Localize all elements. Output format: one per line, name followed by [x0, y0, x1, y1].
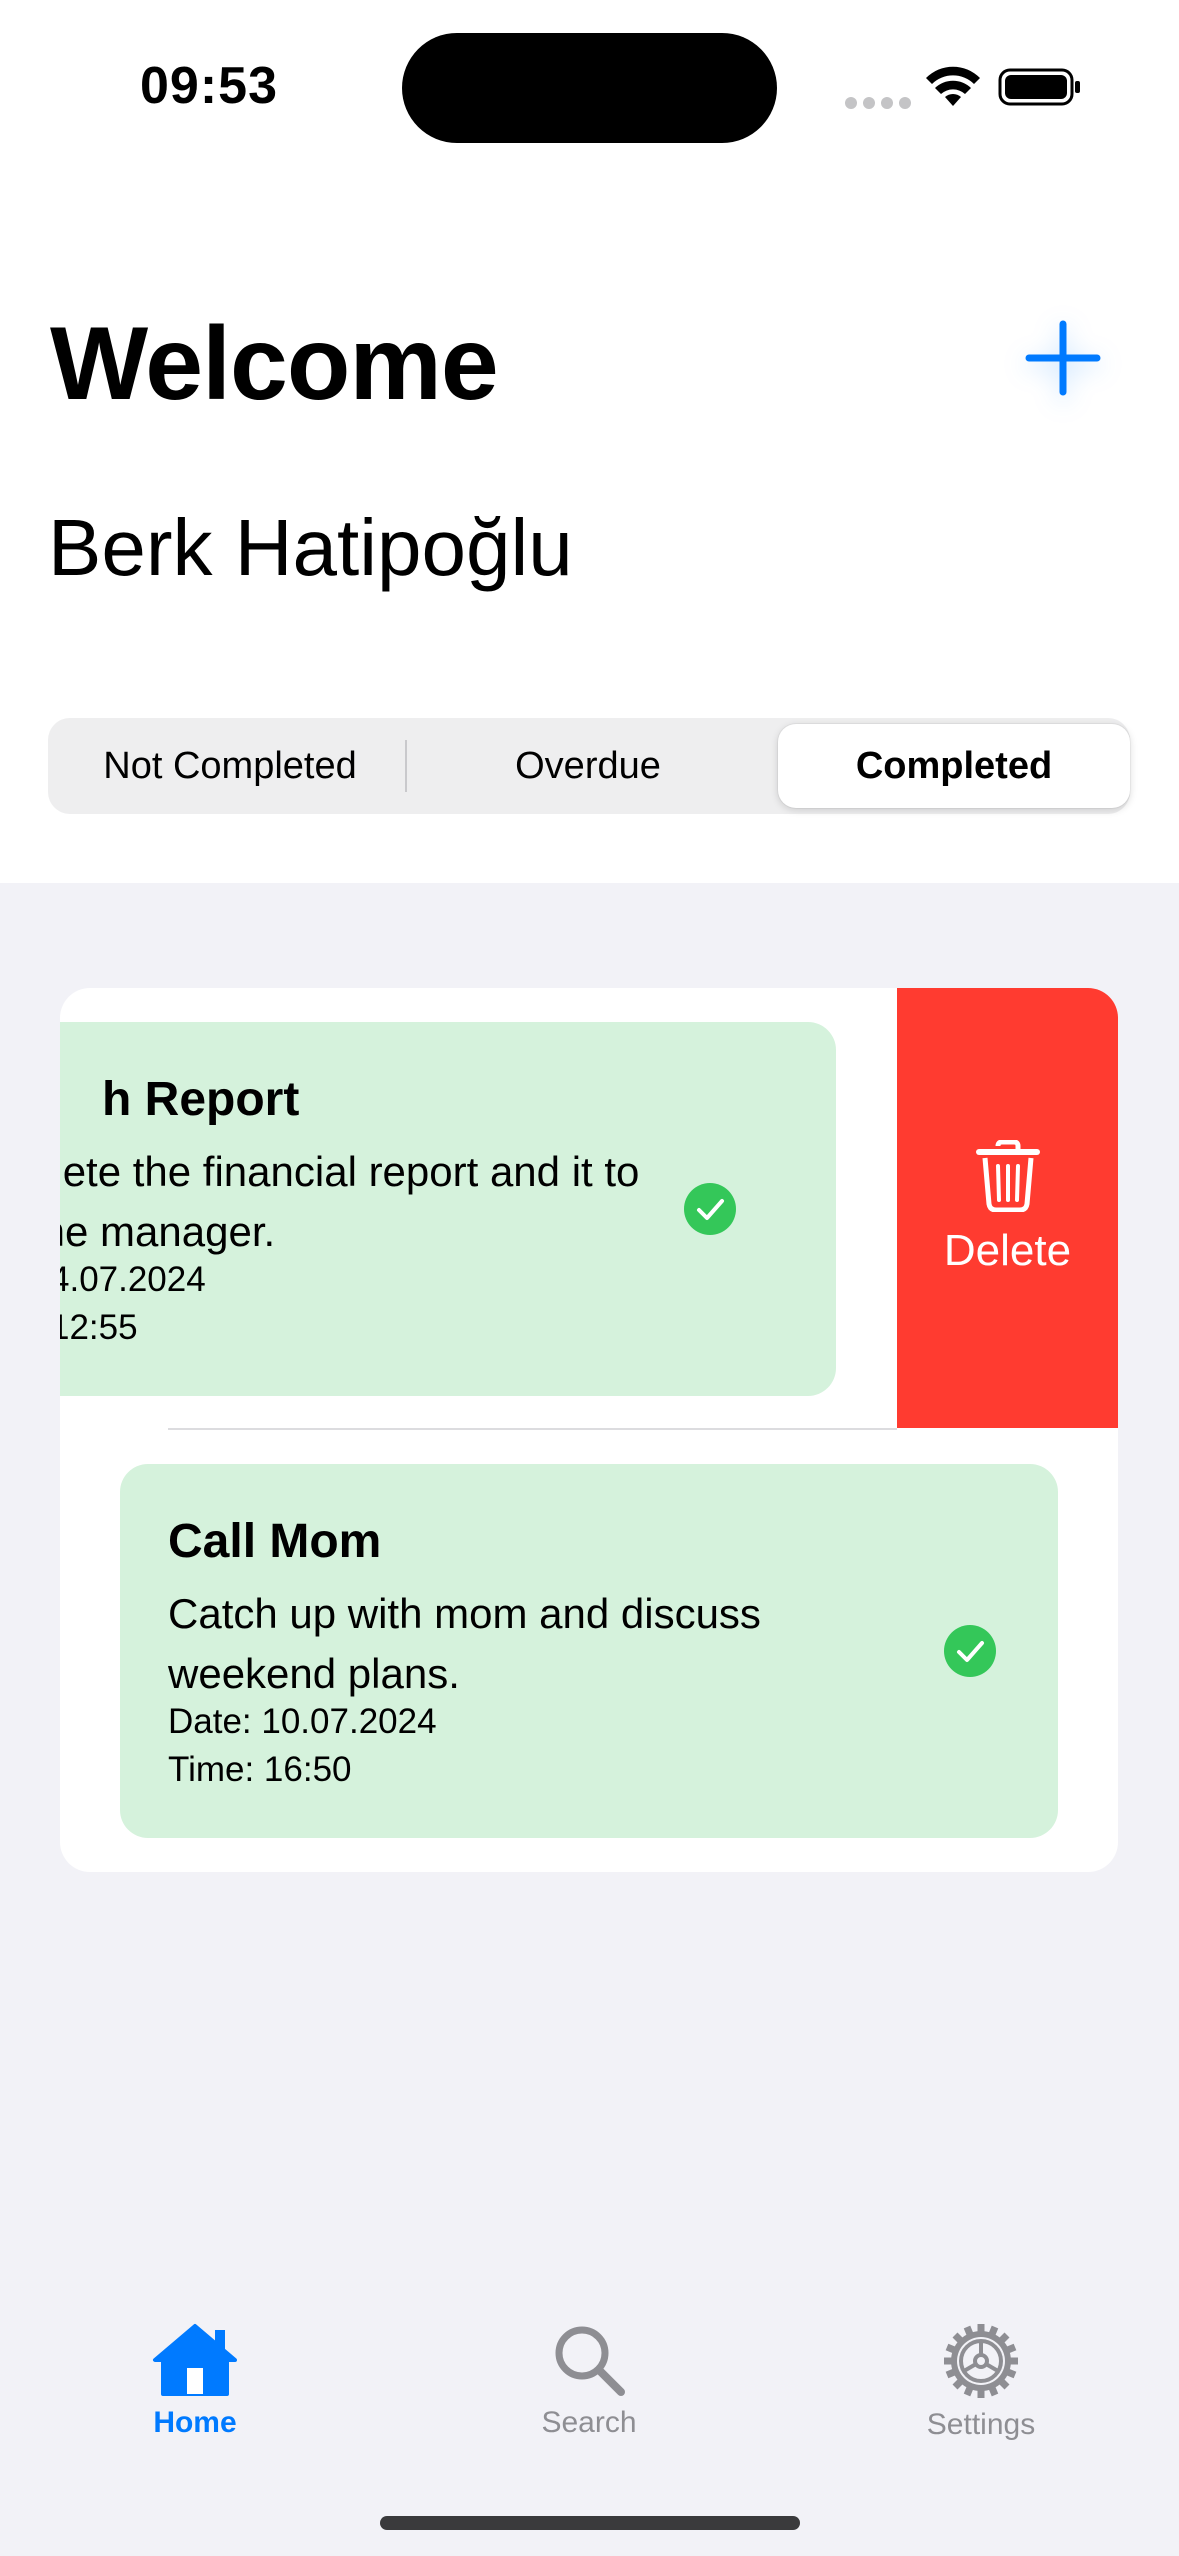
add-task-button[interactable] [1018, 313, 1108, 403]
task-title: h Report [102, 1073, 300, 1126]
tab-label: Home [153, 2406, 237, 2439]
task-list: h Report plete the financial report and … [60, 988, 1118, 1872]
user-name: Berk Hatipoğlu [48, 503, 573, 592]
tab-home[interactable]: Home [95, 2322, 295, 2440]
status-filter-segmented-control: Not Completed Overdue Completed [48, 718, 1130, 814]
status-time: 09:53 [140, 57, 278, 115]
task-description: plete the financial report and it to the… [60, 1148, 640, 1255]
dynamic-island [402, 33, 777, 143]
tab-label: Settings [926, 2408, 1036, 2441]
magnifier-icon [555, 2326, 625, 2396]
battery-icon [998, 68, 1080, 106]
task-time: 12:55 [60, 1308, 138, 1347]
home-indicator [380, 2516, 800, 2530]
segment-not-completed[interactable]: Not Completed [54, 724, 406, 808]
segment-overdue[interactable]: Overdue [412, 724, 764, 808]
task-row-swiped[interactable]: h Report plete the financial report and … [60, 988, 897, 1428]
checkmark-circle-icon [944, 1625, 996, 1677]
page-title: Welcome [50, 306, 499, 422]
tab-search[interactable]: Search [489, 2322, 689, 2440]
task-card[interactable]: Call Mom Catch up with mom and discuss w… [120, 1464, 1058, 1838]
delete-swipe-button[interactable]: Delete [897, 988, 1118, 1428]
segment-completed[interactable]: Completed [778, 724, 1130, 808]
gear-icon [944, 2324, 1018, 2398]
plus-icon [1025, 320, 1101, 396]
segment-divider [405, 740, 407, 792]
task-date: Date: 10.07.2024 [168, 1702, 437, 1741]
trash-icon [975, 1140, 1040, 1212]
header-area: 09:53 Welcome Berk Hatipoğlu Not Complet… [0, 0, 1179, 883]
house-icon [153, 2324, 237, 2396]
tab-label: Search [541, 2406, 637, 2439]
delete-label: Delete [943, 1226, 1072, 1275]
cellular-signal-icon [845, 96, 917, 114]
wifi-icon [926, 66, 980, 106]
row-separator [168, 1428, 897, 1430]
task-card[interactable]: h Report plete the financial report and … [60, 1022, 836, 1396]
task-description: Catch up with mom and discuss weekend pl… [168, 1590, 761, 1697]
task-time: Time: 16:50 [168, 1750, 352, 1789]
task-date: 4.07.2024 [60, 1260, 206, 1299]
tab-settings[interactable]: Settings [881, 2322, 1081, 2442]
task-title: Call Mom [168, 1515, 382, 1568]
checkmark-circle-icon [684, 1183, 736, 1235]
